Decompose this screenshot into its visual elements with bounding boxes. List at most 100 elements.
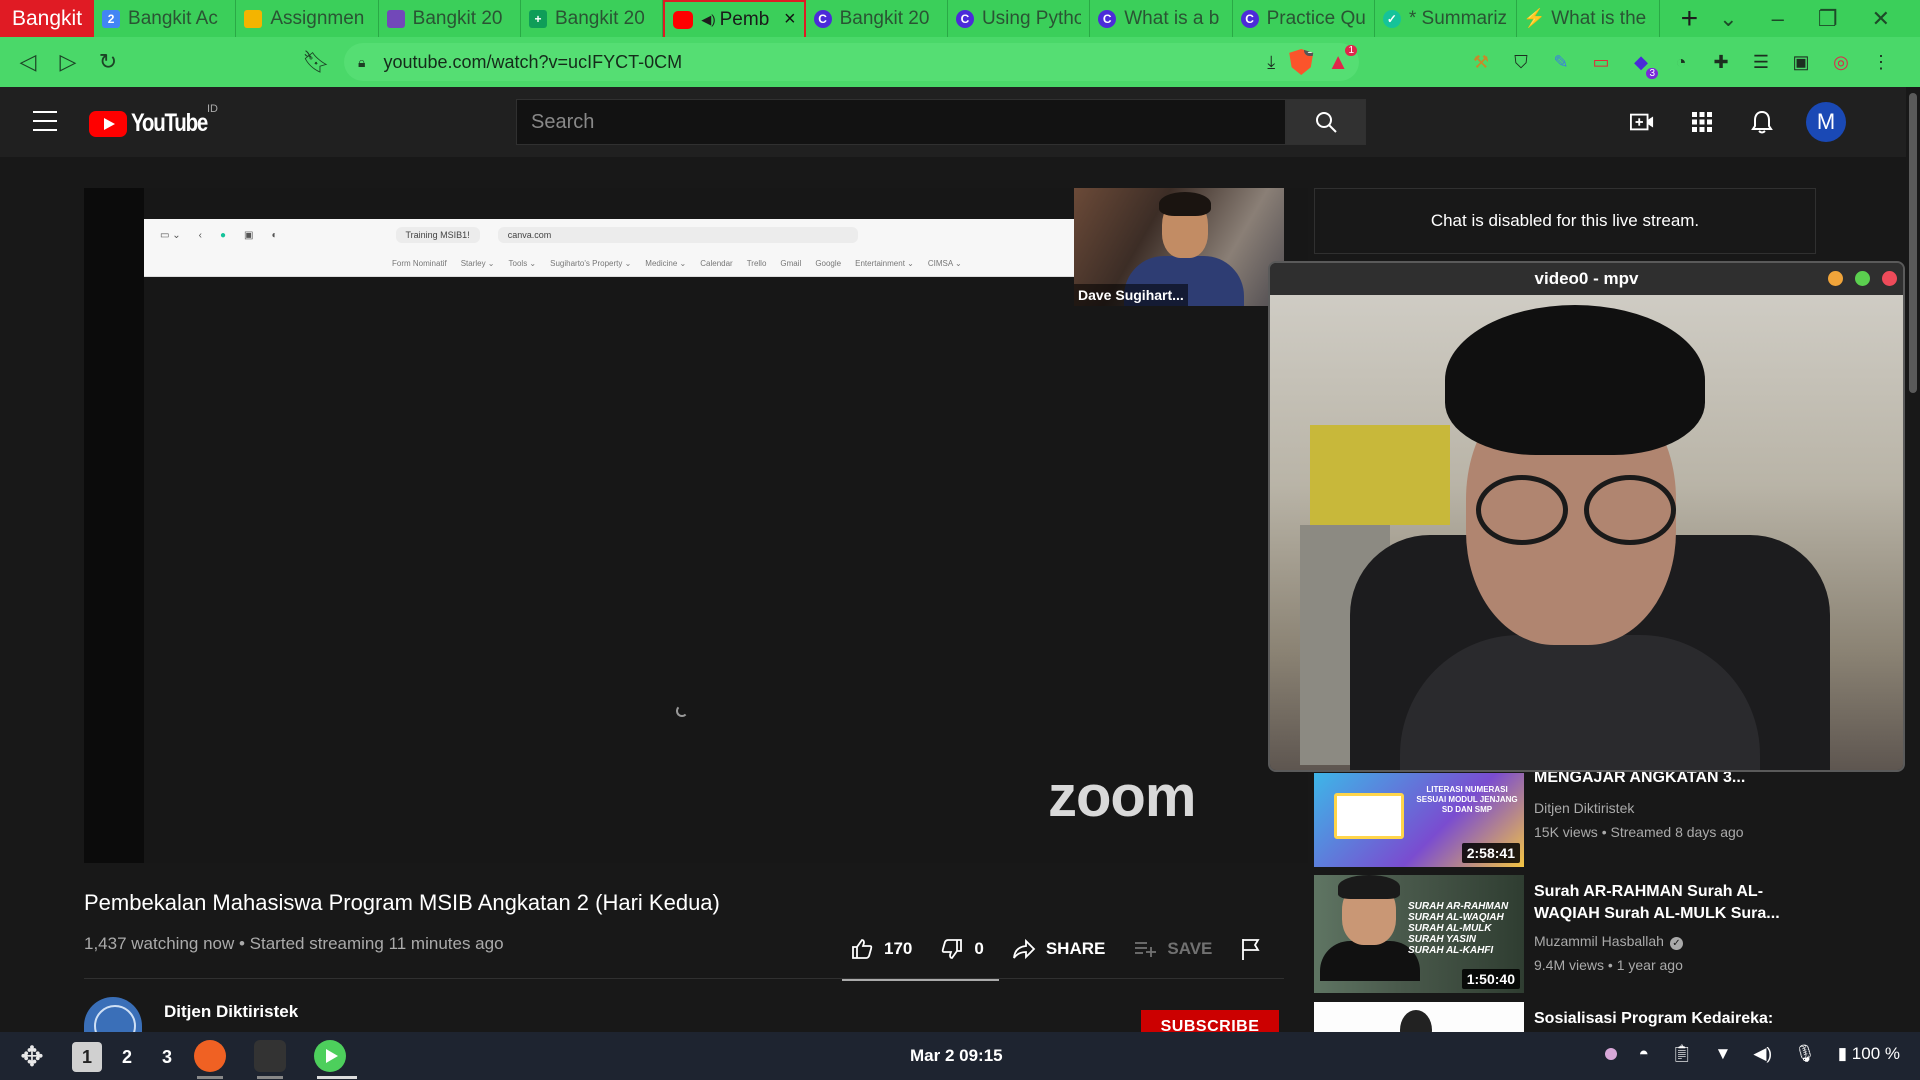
microphone-icon[interactable]: 🎙︎	[1794, 1044, 1816, 1064]
extensions-puzzle-icon[interactable]: ✚	[1710, 51, 1732, 73]
mpv-close-button[interactable]	[1882, 271, 1897, 286]
video-thumbnail[interactable]: LITERASI NUMERASI SESUAI MODUL JENJANG S…	[1314, 773, 1524, 867]
close-tab-icon[interactable]: ×	[784, 8, 796, 31]
discord-icon[interactable]: ◓	[1639, 1044, 1649, 1064]
system-tray: ◓ 📋︎ ▼ ◀) 🎙︎ ▮ 100 %	[1604, 1044, 1900, 1064]
guide-menu-icon[interactable]	[33, 111, 57, 138]
recommended-video[interactable]: SURAH AR-RAHMAN SURAH AL-WAQIAH SURAH AL…	[1314, 875, 1874, 993]
address-bar[interactable]: 🔒︎ youtube.com/watch?v=ucIFYCT-0CM ⤓ 14 …	[344, 43, 1359, 81]
brave-browser-icon[interactable]	[194, 1040, 226, 1072]
channel-name[interactable]: Ditjen Diktiristek	[1534, 800, 1634, 816]
hammer-extension-icon[interactable]: ⚒	[1470, 51, 1492, 73]
wallet-icon[interactable]: ▣	[1790, 51, 1812, 73]
mpv-title: video0 - mpv	[1534, 269, 1639, 288]
channel-name[interactable]: Ditjen Diktiristek	[164, 1002, 298, 1022]
screenshot-extension-icon[interactable]: ▭	[1590, 51, 1612, 73]
url-text: youtube.com/watch?v=ucIFYCT-0CM	[383, 51, 683, 72]
recommended-video[interactable]: LITERASI NUMERASI SESUAI MODUL JENJANG S…	[1314, 769, 1874, 867]
zoom-logo: zoom	[1048, 764, 1196, 829]
brave-rewards-icon[interactable]: ▲ 1	[1327, 45, 1357, 75]
battery-indicator[interactable]: ▮ 100 %	[1838, 1044, 1900, 1064]
terminal-icon[interactable]	[254, 1040, 286, 1072]
browser-tab[interactable]: C What is a b	[1090, 0, 1233, 37]
channel-name[interactable]: Muzammil Hasballah ✓	[1534, 933, 1683, 950]
maximize-icon[interactable]: ❐	[1818, 6, 1838, 32]
reload-icon[interactable]: ↻	[88, 49, 128, 75]
workspace-2[interactable]: 2	[112, 1042, 142, 1072]
mpv-titlebar[interactable]: video0 - mpv	[1270, 263, 1903, 295]
search-input[interactable]: Search	[516, 99, 1286, 145]
shared-tab-training: Training MSIB1!	[395, 227, 480, 243]
shape-extension-icon[interactable]: ◆ 3	[1630, 51, 1658, 79]
bitwarden-icon[interactable]: ⛉	[1510, 51, 1532, 73]
subscribe-button[interactable]: SUBSCRIBE	[1141, 1010, 1279, 1032]
back-icon[interactable]: ◁	[8, 49, 48, 75]
save-button[interactable]: SAVE	[1133, 937, 1212, 961]
c-icon: C	[1240, 9, 1259, 28]
clock[interactable]: Mar 2 09:15	[910, 1046, 1003, 1066]
pen-extension-icon[interactable]: ✎	[1550, 51, 1572, 73]
browser-tab[interactable]: C Practice Qu	[1233, 0, 1375, 37]
notifications-bell-icon[interactable]	[1750, 110, 1774, 134]
brave-shield-icon[interactable]: 14	[1289, 49, 1314, 75]
browser-tab[interactable]: ✓ * Summariz	[1375, 0, 1518, 37]
participant-video-thumbnail: Dave Sugihart...	[1074, 188, 1284, 306]
download-icon[interactable]: ⤓	[1267, 52, 1275, 73]
apps-grid-icon[interactable]	[1690, 110, 1714, 134]
workspace-3[interactable]: 3	[152, 1042, 182, 1072]
mpv-window[interactable]: video0 - mpv	[1268, 261, 1905, 772]
bookmark-icon[interactable]: 🔖︎	[296, 49, 336, 75]
browser-tab[interactable]: Assignmen	[236, 0, 379, 37]
page-scrollbar[interactable]	[1906, 87, 1920, 1032]
tab-search-chevron-icon[interactable]: ⌄	[1719, 6, 1737, 32]
channel-avatar[interactable]	[84, 997, 142, 1037]
tab-label: Pemb	[719, 8, 770, 30]
volume-icon[interactable]: ◀)	[1753, 1044, 1772, 1064]
media-player-icon[interactable]	[314, 1040, 346, 1072]
minimize-icon[interactable]: –	[1772, 6, 1784, 32]
account-avatar[interactable]: M	[1806, 102, 1846, 142]
browser-tab[interactable]: ⚡ What is the	[1517, 0, 1660, 37]
browser-tab[interactable]: + Bangkit 20	[521, 0, 664, 37]
workspace-1[interactable]: 1	[72, 1042, 102, 1072]
mpv-maximize-button[interactable]	[1855, 271, 1870, 286]
lock-icon[interactable]: 🔒︎	[358, 54, 365, 71]
browser-tab[interactable]: C Bangkit 20	[806, 0, 948, 37]
video-title[interactable]: Surah AR-RAHMAN Surah AL-WAQIAH Surah AL…	[1534, 881, 1824, 925]
share-button[interactable]: SHARE	[1012, 937, 1105, 961]
video-title[interactable]: Sosialisasi Program Kedaireka:	[1534, 1008, 1824, 1030]
browser-menu-icon[interactable]: ⋮	[1870, 51, 1892, 73]
wifi-icon[interactable]: ▼	[1715, 1044, 1732, 1064]
scrollbar-thumb[interactable]	[1909, 93, 1917, 393]
speaker-icon[interactable]: ◀)	[701, 12, 715, 28]
clipboard-icon[interactable]: 📋︎	[1671, 1044, 1693, 1064]
search-button[interactable]	[1286, 99, 1366, 145]
browser-tab[interactable]: C Using Pytho	[948, 0, 1091, 37]
browser-tab[interactable]: 2 Bangkit Ac	[94, 0, 237, 37]
app-launcher-icon[interactable]: ✥	[14, 1040, 50, 1072]
status-dot-icon[interactable]	[1604, 1048, 1617, 1060]
mpv-minimize-button[interactable]	[1828, 271, 1843, 286]
profile-swirl-icon[interactable]: ◎	[1830, 51, 1852, 73]
report-button[interactable]	[1240, 937, 1262, 961]
window-close-icon[interactable]: ✕	[1872, 6, 1890, 32]
c-icon: C	[813, 9, 832, 28]
new-tab-button[interactable]: +	[1660, 0, 1720, 37]
profile-tab[interactable]: Bangkit	[0, 0, 95, 37]
forward-icon[interactable]: ▷	[48, 49, 88, 75]
bookmark-item: Google	[815, 258, 842, 268]
create-video-icon[interactable]	[1630, 110, 1654, 134]
video-thumbnail[interactable]	[1314, 1002, 1524, 1032]
dislike-button[interactable]: 0	[940, 937, 984, 961]
browser-tab[interactable]: Bangkit 20	[379, 0, 521, 37]
youtube-logo[interactable]: YouTube ID	[89, 103, 224, 138]
timer-extension-icon[interactable]: ◔	[1670, 51, 1692, 73]
recommended-video[interactable]: Sosialisasi Program Kedaireka:	[1314, 1002, 1874, 1032]
browser-tab-active[interactable]: ◀) Pemb ×	[663, 0, 806, 37]
reading-list-icon[interactable]: ☰	[1750, 51, 1772, 73]
like-button[interactable]: 170	[850, 937, 912, 961]
running-indicator	[257, 1076, 283, 1079]
video-thumbnail[interactable]: SURAH AR-RAHMAN SURAH AL-WAQIAH SURAH AL…	[1314, 875, 1524, 993]
country-code: ID	[207, 103, 218, 115]
chat-disabled-box: Chat is disabled for this live stream.	[1314, 188, 1816, 254]
